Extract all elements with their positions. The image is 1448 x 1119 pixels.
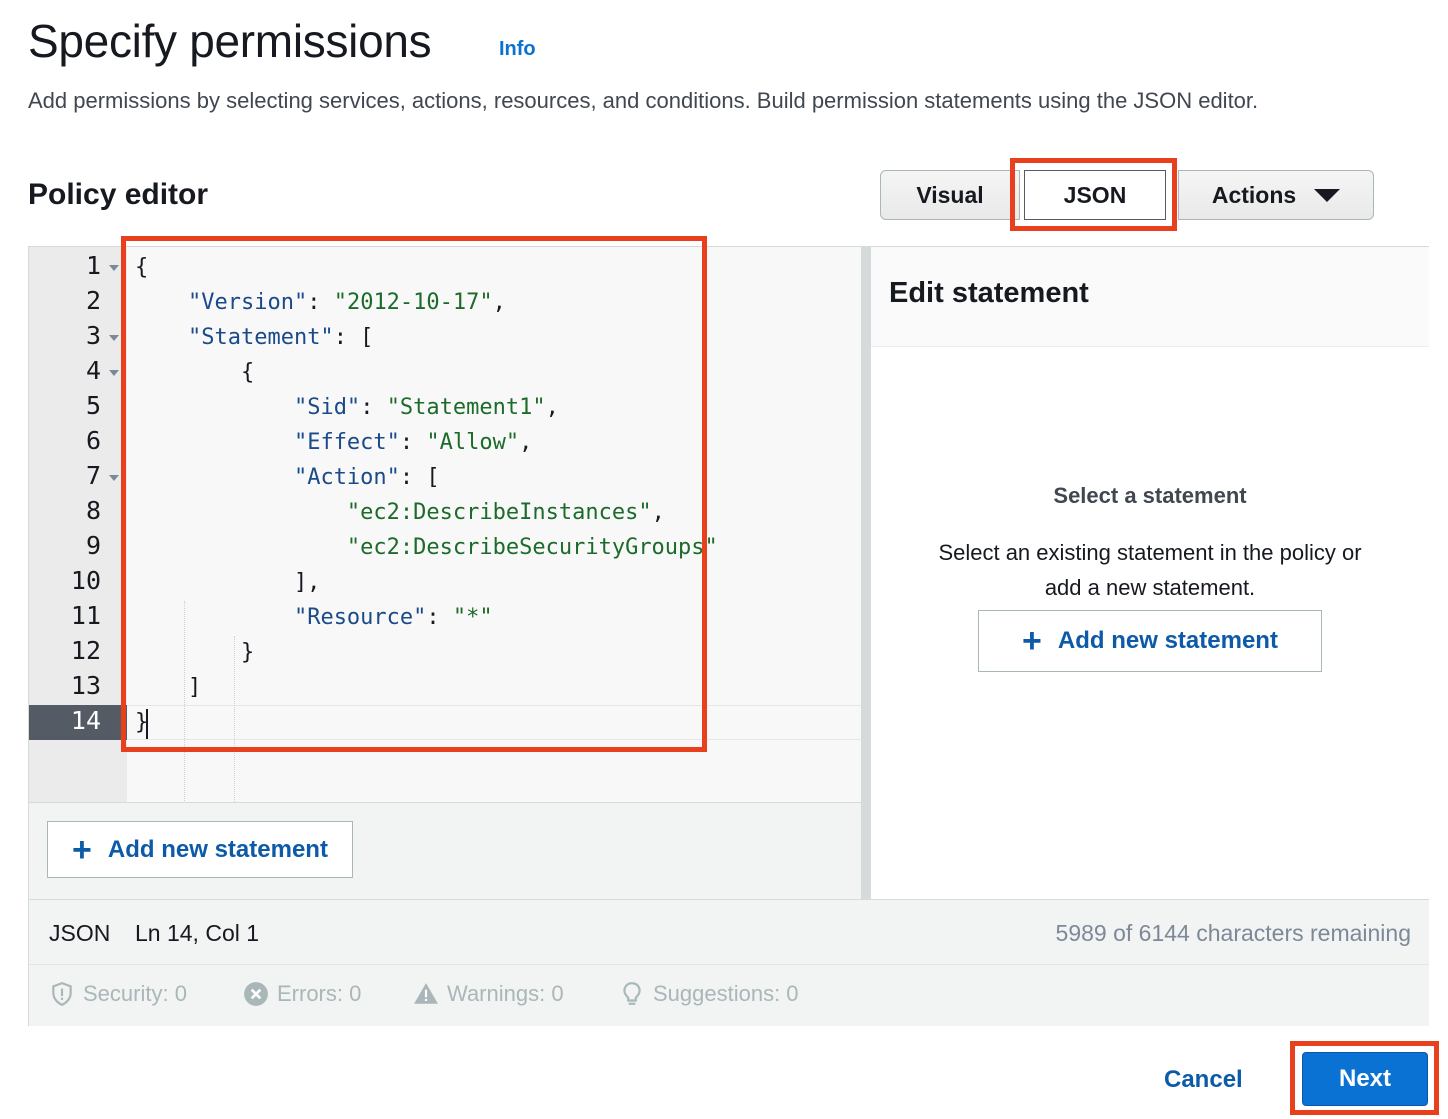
line-number: 13	[70, 671, 101, 700]
edit-statement-title: Edit statement	[889, 277, 1089, 309]
code-line: "ec2:DescribeInstances",	[346, 500, 665, 525]
tab-json-label: JSON	[1063, 181, 1127, 208]
edit-statement-header: Edit statement	[871, 247, 1429, 347]
add-new-statement-label: Add new statement	[1057, 627, 1278, 654]
security-check-label: Security: 0	[83, 981, 187, 1006]
empty-state-text-line: Select an existing statement in the poli…	[938, 540, 1362, 565]
status-cursor-position: Ln 14, Col 1	[135, 920, 260, 946]
code-line: "Effect": "Allow",	[293, 430, 533, 455]
next-button-label: Next	[1338, 1065, 1392, 1092]
text-cursor	[146, 709, 148, 739]
lightbulb-icon	[623, 982, 641, 1005]
line-number: 4	[85, 356, 101, 385]
line-number: 7	[85, 461, 101, 490]
code-line: {	[135, 255, 149, 280]
security-check[interactable]: Security: 0	[49, 981, 187, 1007]
line-number: 5	[85, 391, 101, 420]
code-line: {	[135, 360, 255, 385]
add-new-statement-label: Add new statement	[107, 835, 328, 863]
tab-visual[interactable]: Visual	[880, 170, 1020, 220]
active-line-highlight	[127, 705, 861, 740]
status-bar: JSON Ln 14, Col 1 5989 of 6144 character…	[29, 899, 1429, 965]
validation-checks-bar: Security: 0 Errors: 0 Warnings: 0 Sugges…	[29, 965, 1429, 1026]
code-line: "Action": [	[293, 465, 440, 490]
json-string: "Allow"	[426, 430, 520, 455]
pane-divider[interactable]	[861, 247, 871, 899]
suggestions-check-label: Suggestions: 0	[653, 981, 799, 1006]
fold-arrow-icon[interactable]	[109, 475, 119, 481]
cancel-button[interactable]: Cancel	[1164, 1066, 1243, 1094]
json-key: "Action"	[293, 465, 400, 490]
policy-editor-title: Policy editor	[28, 178, 209, 211]
editor-left-footer: + Add new statement	[29, 802, 861, 899]
tab-json[interactable]: JSON	[1024, 170, 1166, 220]
status-characters-remaining: 5989 of 6144 characters remaining	[1055, 920, 1411, 946]
plus-icon: +	[72, 830, 92, 869]
code-line: "Sid": "Statement1",	[293, 395, 559, 420]
empty-state-title: Select a statement	[1053, 483, 1247, 508]
warnings-check[interactable]: Warnings: 0	[413, 981, 564, 1007]
actions-dropdown[interactable]: Actions	[1178, 170, 1374, 220]
json-string: "Statement1"	[386, 395, 546, 420]
caret-down-icon	[1314, 188, 1341, 202]
json-string: "ec2:DescribeInstances"	[346, 500, 652, 525]
line-number: 6	[85, 426, 101, 455]
shield-icon	[52, 982, 72, 1007]
fold-arrow-icon[interactable]	[109, 370, 119, 376]
error-circle-icon	[244, 982, 268, 1006]
json-string: "2012-10-17"	[333, 290, 493, 315]
status-language: JSON	[49, 920, 111, 946]
tab-visual-label: Visual	[916, 181, 984, 208]
warning-triangle-icon	[414, 983, 438, 1004]
line-number: 2	[85, 286, 101, 315]
json-key: "Sid"	[293, 395, 361, 420]
actions-dropdown-label: Actions	[1211, 181, 1297, 208]
code-line: ],	[135, 570, 321, 595]
line-number: 8	[85, 496, 101, 525]
line-number: 9	[85, 531, 101, 560]
code-line: "ec2:DescribeSecurityGroups"	[135, 535, 718, 560]
plus-icon: +	[1022, 622, 1042, 660]
json-key: "Resource"	[293, 605, 427, 630]
add-new-statement-button[interactable]: + Add new statement	[978, 610, 1322, 672]
code-line: "Resource": "*"	[293, 605, 493, 630]
code-line: }	[135, 640, 255, 665]
json-key: "Statement"	[187, 325, 334, 350]
policy-editor: 1 2 3 4 5 6 7 8 9 10 11 12 13 14 { "Vers…	[28, 246, 1429, 1026]
json-key: "Effect"	[293, 430, 400, 455]
edit-statement-pane: Edit statement Select a statement Select…	[871, 247, 1429, 899]
info-link[interactable]: Info	[499, 38, 536, 61]
line-number: 1	[85, 251, 101, 280]
line-number: 10	[70, 566, 101, 595]
code-line: "Statement": [	[187, 325, 374, 350]
line-number: 12	[70, 636, 101, 665]
code-editor-pane: 1 2 3 4 5 6 7 8 9 10 11 12 13 14 { "Vers…	[29, 247, 861, 913]
add-new-statement-button[interactable]: + Add new statement	[47, 821, 353, 878]
fold-arrow-icon[interactable]	[109, 335, 119, 341]
code-line: "Version": "2012-10-17",	[187, 290, 506, 315]
fold-arrow-icon[interactable]	[109, 265, 119, 271]
empty-state-text-line: add a new statement.	[1044, 575, 1256, 600]
errors-check-label: Errors: 0	[277, 981, 362, 1006]
empty-state-text: Select an existing statement in the poli…	[871, 535, 1429, 605]
errors-check[interactable]: Errors: 0	[243, 981, 361, 1007]
json-string: "*"	[452, 605, 493, 630]
line-number: 14	[70, 706, 101, 735]
code-line: ]	[135, 675, 202, 700]
warnings-check-label: Warnings: 0	[447, 981, 564, 1006]
page-description: Add permissions by selecting services, a…	[28, 88, 1259, 113]
next-button[interactable]: Next	[1302, 1052, 1428, 1106]
json-key: "Version"	[187, 290, 308, 315]
line-number: 3	[85, 321, 101, 350]
suggestions-check[interactable]: Suggestions: 0	[619, 981, 799, 1007]
json-string: "ec2:DescribeSecurityGroups"	[346, 535, 718, 560]
line-number: 11	[70, 601, 101, 630]
page-title: Specify permissions	[28, 15, 432, 67]
